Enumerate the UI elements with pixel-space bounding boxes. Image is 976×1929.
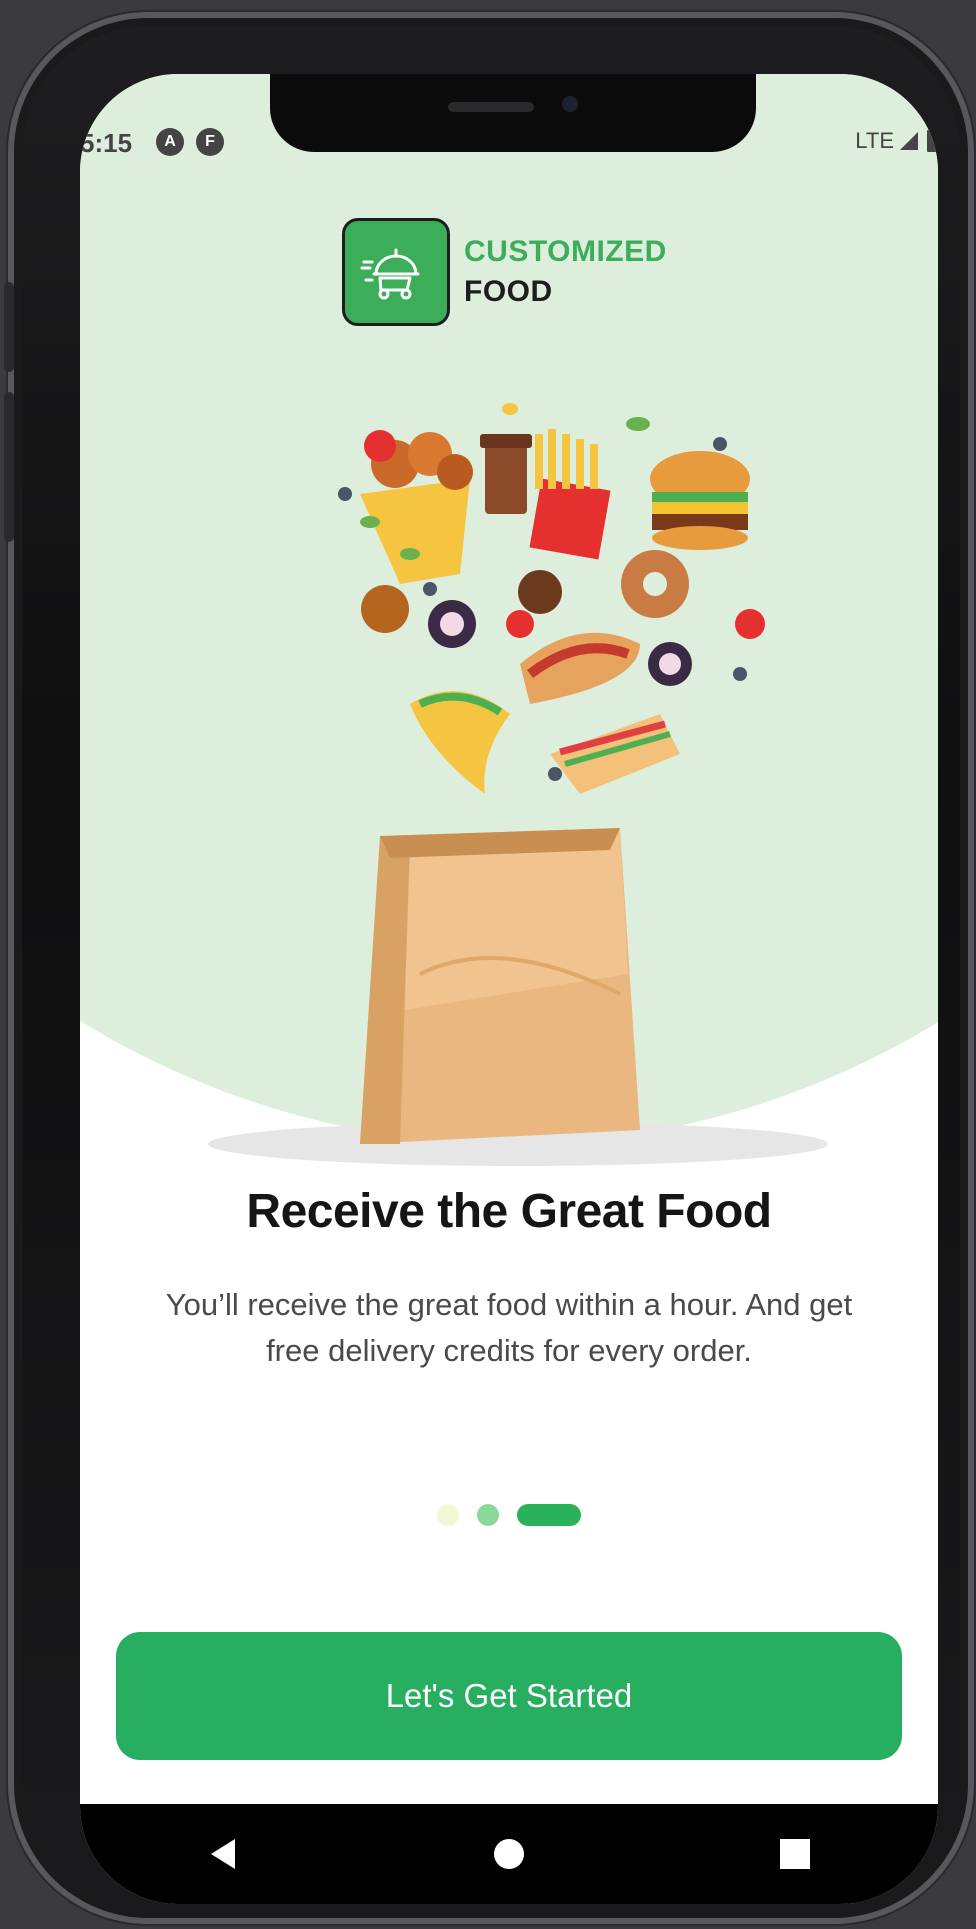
status-right: LTE	[855, 128, 938, 154]
home-button[interactable]	[459, 1814, 559, 1894]
camera-notch	[270, 74, 756, 152]
status-time: 5:15	[80, 128, 133, 158]
front-camera	[562, 96, 578, 112]
onboarding-title: Receive the Great Food	[246, 1185, 772, 1238]
status-notification-icon: A	[156, 128, 184, 156]
get-started-button[interactable]: Let's Get Started	[116, 1632, 902, 1760]
status-notification-icon: F	[196, 128, 224, 156]
recents-icon	[780, 1839, 810, 1869]
signal-icon	[900, 132, 918, 150]
food-delivery-icon	[342, 218, 450, 326]
onboarding-description: You’ll receive the great food within a h…	[165, 1287, 853, 1368]
network-label: LTE	[855, 128, 894, 153]
page-dot[interactable]	[477, 1504, 499, 1526]
page-dot[interactable]	[437, 1504, 459, 1526]
page-indicator	[80, 1504, 938, 1526]
system-nav-bar	[80, 1804, 938, 1904]
back-icon	[211, 1839, 235, 1869]
volume-button	[4, 282, 14, 372]
volume-button-2	[4, 392, 14, 542]
home-icon	[494, 1839, 524, 1869]
back-button[interactable]	[173, 1814, 273, 1894]
recents-button[interactable]	[745, 1814, 845, 1894]
brand-logo: CUSTOMIZED FOOD	[342, 218, 667, 326]
battery-icon	[927, 130, 937, 152]
brand-name-line2: FOOD	[464, 275, 553, 308]
food-bag-illustration	[208, 403, 828, 1166]
screen: 5:15 A F LTE CUSTOMIZED FOOD Receive the…	[80, 74, 938, 1904]
speaker-grill	[448, 102, 534, 112]
brand-name-line1: CUSTOMIZED	[464, 235, 667, 268]
phone-frame: 5:15 A F LTE CUSTOMIZED FOOD Receive the…	[4, 12, 974, 1924]
page-dot-active[interactable]	[517, 1504, 581, 1526]
